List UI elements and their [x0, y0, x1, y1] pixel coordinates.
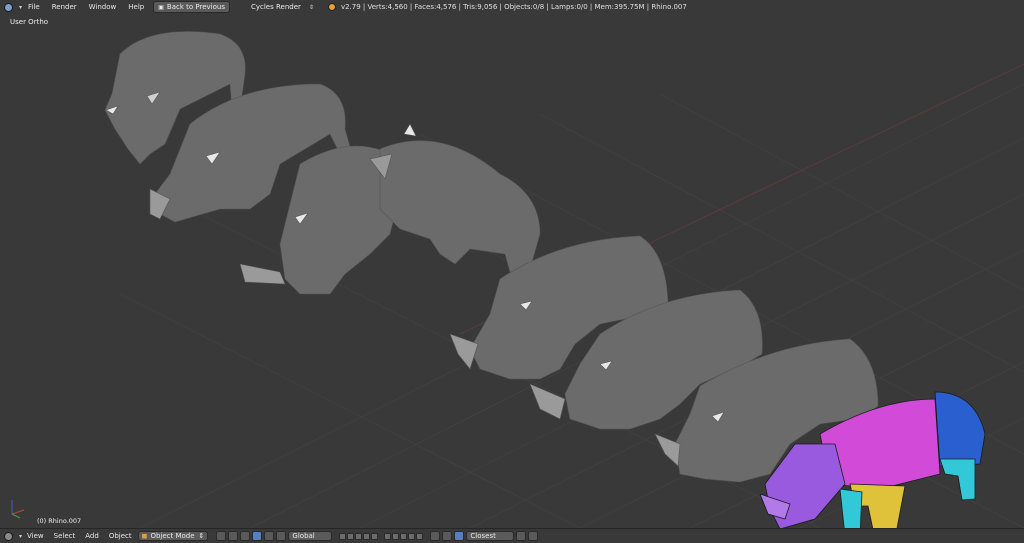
uv-foreleg-cyan [839, 488, 863, 528]
mode-label: Object Mode [150, 532, 195, 540]
proportional-edit-icon[interactable] [442, 531, 453, 541]
menu-render[interactable]: Render [46, 0, 83, 14]
transform-orientation-select[interactable]: Global [288, 531, 333, 541]
layer-buttons-2[interactable] [384, 532, 424, 540]
transform-orientation-label: Global [292, 532, 315, 540]
layer-button[interactable] [347, 532, 355, 540]
snap-target-select[interactable]: Closest [466, 531, 515, 541]
manipulator-icon[interactable] [240, 531, 251, 541]
layer-button[interactable] [363, 532, 371, 540]
render-engine-select[interactable]: Cycles Render [233, 0, 307, 14]
render-icon[interactable] [516, 531, 527, 541]
menu-window[interactable]: Window [83, 0, 123, 14]
info-header: ▾ File Render Window Help ▣ Back to Prev… [0, 0, 1024, 15]
view-mode-label: User Ortho [10, 18, 49, 26]
rhino-mesh-group [104, 31, 879, 483]
viewport-shading-icon[interactable] [216, 531, 227, 541]
scale-icon[interactable] [276, 531, 287, 541]
scene-stats: v2.79 | Verts:4,560 | Faces:4,576 | Tris… [327, 3, 687, 11]
rhino-4[interactable] [369, 123, 541, 280]
layer-button[interactable] [384, 532, 392, 540]
blender-logo-icon [327, 3, 336, 11]
mode-chevron-icon: ⇕ [198, 532, 205, 540]
info-editor-icon[interactable] [4, 2, 13, 12]
3d-viewport[interactable]: User Ortho (0) Rhino.007 [0, 14, 1024, 528]
render-engine-chevron-icon[interactable]: ⇕ [309, 4, 314, 11]
rotate-icon[interactable] [264, 531, 275, 541]
menu-add[interactable]: Add [80, 529, 104, 543]
snap-icon[interactable] [454, 531, 465, 541]
editor-type-icon[interactable] [4, 531, 13, 541]
layer-button[interactable] [408, 532, 416, 540]
layer-buttons[interactable] [339, 532, 379, 540]
back-to-previous-button[interactable]: ▣ Back to Previous [153, 1, 230, 13]
back-icon: ▣ [158, 3, 164, 11]
object-mode-icon: ◼ [141, 532, 148, 540]
layer-button[interactable] [355, 532, 363, 540]
viewport-scene [104, 31, 1024, 528]
lock-layers-icon[interactable] [430, 531, 441, 541]
mode-select[interactable]: ◼ Object Mode ⇕ [137, 531, 209, 541]
layer-button[interactable] [400, 532, 408, 540]
render-animation-icon[interactable] [528, 531, 539, 541]
menu-help[interactable]: Help [122, 0, 150, 14]
snap-target-label: Closest [470, 532, 496, 540]
scene-stats-text: v2.79 | Verts:4,560 | Faces:4,576 | Tris… [340, 3, 687, 11]
layer-button[interactable] [392, 532, 400, 540]
layer-button[interactable] [371, 532, 379, 540]
menu-view[interactable]: View [22, 529, 49, 543]
uv-rear-blue [934, 391, 986, 467]
axis-gizmo [11, 500, 25, 519]
layer-button[interactable] [339, 532, 347, 540]
back-to-previous-label: Back to Previous [166, 3, 225, 11]
menu-select[interactable]: Select [49, 529, 81, 543]
3d-view-header: ▾ View Select Add Object ◼ Object Mode ⇕… [0, 528, 1024, 543]
layer-button[interactable] [416, 532, 424, 540]
active-object-label: (0) Rhino.007 [37, 517, 82, 525]
menu-object[interactable]: Object [104, 529, 137, 543]
menu-file[interactable]: File [22, 0, 46, 14]
pivot-point-icon[interactable] [228, 531, 239, 541]
translate-icon[interactable] [252, 531, 263, 541]
